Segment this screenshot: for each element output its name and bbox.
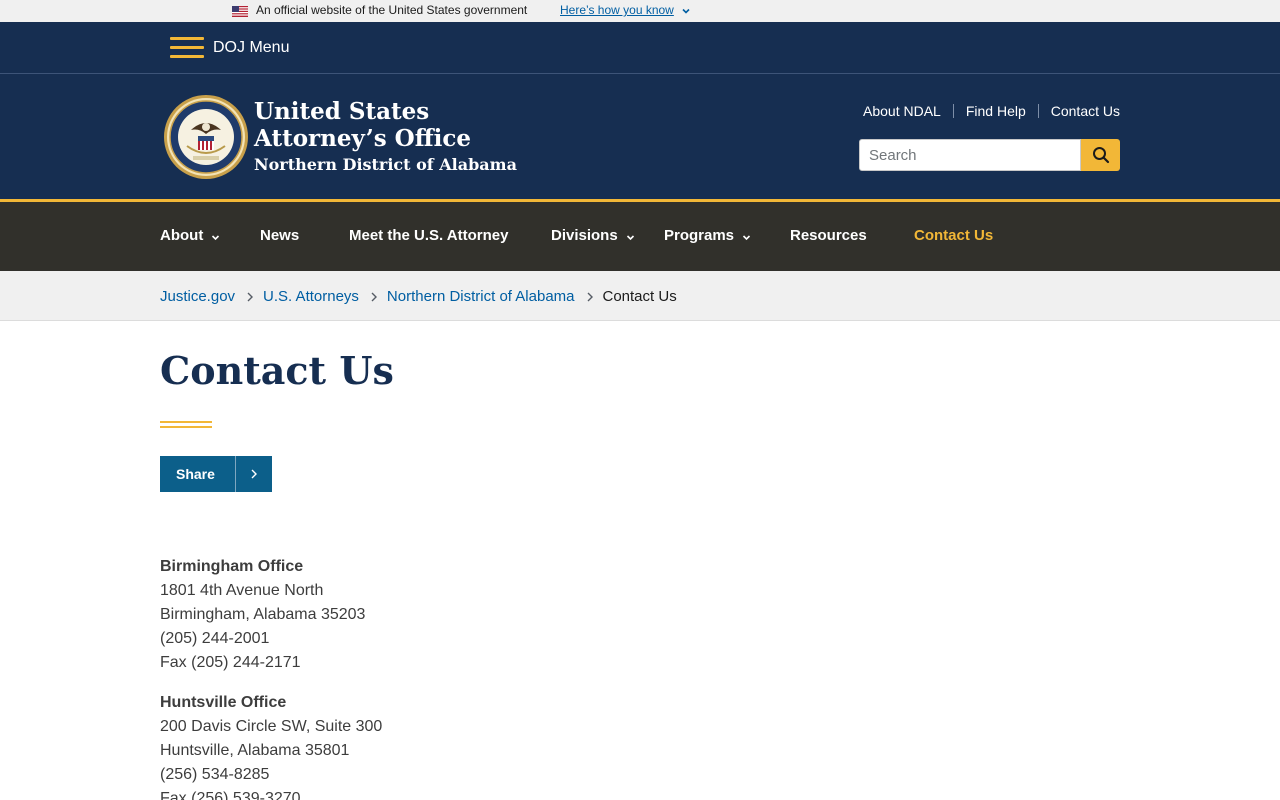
breadcrumb-bar: Justice.gov U.S. Attorneys Northern Dist…	[0, 271, 1280, 321]
share-expand[interactable]	[236, 456, 272, 492]
nav-item-label: Contact Us	[914, 227, 994, 244]
chevron-right-icon	[587, 292, 593, 301]
breadcrumb-link-ndal[interactable]: Northern District of Alabama	[387, 288, 575, 305]
site-brand[interactable]: United States Attorney’s Office Northern…	[254, 98, 517, 177]
title-divider	[160, 421, 212, 428]
util-link-about-ndal[interactable]: About NDAL	[863, 103, 941, 119]
nav-item-resources[interactable]: Resources	[790, 227, 867, 244]
nav-item-label: Divisions	[551, 227, 618, 244]
nav-item-label: Programs	[664, 227, 735, 244]
nav-item-label: News	[260, 227, 300, 244]
doj-menu-bar: DOJ Menu	[0, 22, 1280, 74]
office-name: Birmingham Office	[160, 558, 304, 575]
search-icon	[1092, 147, 1109, 164]
nav-item-label: Meet the U.S. Attorney	[349, 227, 509, 244]
util-divider	[1037, 104, 1039, 118]
util-link-contact-us[interactable]: Contact Us	[1051, 103, 1120, 119]
hamburger-menu-icon	[170, 36, 204, 60]
chevron-right-icon	[371, 292, 377, 301]
nav-item-programs[interactable]: Programs	[664, 227, 751, 244]
office-phone: (205) 244-2001	[160, 630, 270, 647]
chevron-down-icon[interactable]	[681, 6, 691, 16]
office-huntsville: Huntsville Office 200 Davis Circle SW, S…	[160, 691, 382, 800]
nav-item-meet-us-attorney[interactable]: Meet the U.S. Attorney	[349, 227, 508, 244]
chevron-down-icon	[626, 234, 634, 240]
chevron-down-icon	[742, 234, 751, 240]
gov-banner: An official website of the United States…	[0, 0, 1280, 22]
doj-seal-logo[interactable]	[163, 94, 249, 180]
page-title: Contact Us	[160, 348, 394, 393]
us-flag-icon	[232, 6, 248, 17]
chevron-right-icon	[247, 292, 254, 301]
heres-how-you-know-link[interactable]: Here’s how you know	[560, 3, 674, 17]
brand-subtitle: Northern District of Alabama	[254, 155, 517, 174]
util-link-find-help[interactable]: Find Help	[966, 103, 1026, 119]
share-button[interactable]: Share	[160, 456, 272, 492]
office-address-line2: Huntsville, Alabama 35801	[160, 742, 350, 759]
office-address-line1: 200 Davis Circle SW, Suite 300	[160, 718, 383, 735]
chevron-down-icon	[212, 234, 220, 240]
nav-item-label: Resources	[790, 227, 867, 244]
nav-item-news[interactable]: News	[260, 227, 299, 244]
nav-item-contact-us[interactable]: Contact Us	[914, 227, 993, 244]
breadcrumb: Justice.gov U.S. Attorneys Northern Dist…	[160, 288, 677, 305]
office-fax: Fax (205) 244-2171	[160, 654, 301, 671]
office-address-line2: Birmingham, Alabama 35203	[160, 606, 366, 623]
search-button[interactable]	[1081, 139, 1120, 171]
office-name: Huntsville Office	[160, 694, 287, 711]
doj-menu-button[interactable]: DOJ Menu	[170, 34, 289, 62]
breadcrumb-current: Contact Us	[602, 288, 677, 305]
nav-item-divisions[interactable]: Divisions	[551, 227, 635, 244]
office-address-line1: 1801 4th Avenue North	[160, 582, 324, 599]
nav-item-about[interactable]: About	[160, 227, 220, 244]
search-form	[859, 139, 1120, 171]
share-label: Share	[176, 466, 215, 482]
doj-menu-label: DOJ Menu	[213, 39, 290, 56]
search-input[interactable]	[859, 139, 1081, 171]
office-phone: (256) 534-8285	[160, 766, 270, 783]
brand-title-line2: Attorney’s Office	[254, 125, 471, 152]
office-fax: Fax (256) 539-3270	[160, 790, 301, 800]
brand-title-line1: United States	[254, 98, 430, 125]
main-nav: About News Meet the U.S. Attorney Divisi…	[0, 199, 1280, 271]
nav-item-label: About	[160, 227, 204, 244]
utility-nav: About NDAL Find Help Contact Us	[863, 103, 1120, 119]
breadcrumb-link-us-attorneys[interactable]: U.S. Attorneys	[263, 288, 359, 305]
site-header: United States Attorney’s Office Northern…	[0, 74, 1280, 199]
breadcrumb-link-justice-gov[interactable]: Justice.gov	[160, 288, 235, 305]
office-birmingham: Birmingham Office 1801 4th Avenue North …	[160, 555, 365, 675]
chevron-right-icon	[251, 469, 257, 479]
official-website-text: An official website of the United States…	[256, 3, 528, 17]
util-divider	[952, 104, 954, 118]
